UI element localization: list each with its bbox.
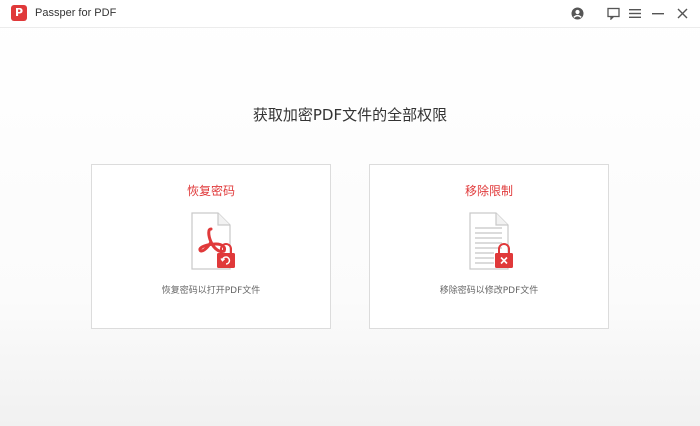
feedback-button[interactable] [603, 4, 623, 22]
minimize-button[interactable] [648, 4, 668, 22]
document-remove-lock-icon [469, 212, 513, 270]
card-description: 移除密码以修改PDF文件 [439, 286, 539, 296]
card-title: 移除限制 [464, 184, 513, 198]
feedback-icon [606, 7, 620, 20]
recover-password-card[interactable]: 恢复密码 恢复密码以打开PDF文件 [91, 164, 331, 329]
close-button[interactable] [672, 4, 692, 22]
menu-icon [629, 8, 641, 18]
page-heading: 获取加密PDF文件的全部权限 [252, 106, 448, 124]
account-button[interactable] [567, 4, 587, 22]
account-icon [571, 7, 583, 19]
app-title: Passper for PDF [35, 7, 117, 19]
remove-restrictions-card[interactable]: 移除限制 移除密码以修改PDF文件 [369, 164, 609, 329]
minimize-icon [652, 12, 664, 14]
pdf-unlock-icon [191, 212, 235, 270]
card-description: 恢复密码以打开PDF文件 [161, 286, 261, 296]
menu-button[interactable] [625, 4, 645, 22]
app-logo: P [11, 5, 27, 21]
app-window: P Passper for PDF 获取加密PDF文件的全部权限 恢复密码 恢复… [0, 0, 700, 426]
card-title: 恢复密码 [186, 184, 235, 198]
close-icon [677, 8, 687, 18]
title-bar: P Passper for PDF [0, 0, 700, 28]
